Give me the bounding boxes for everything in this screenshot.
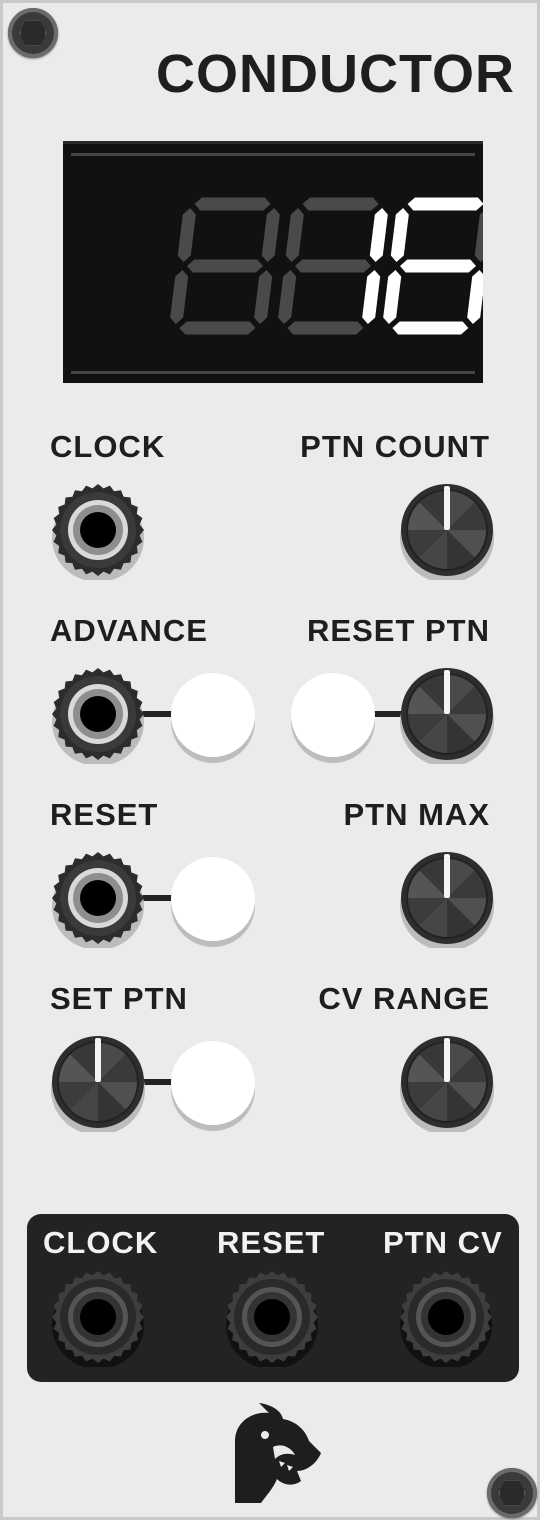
segment bbox=[254, 270, 273, 324]
segment bbox=[186, 259, 263, 273]
set-ptn-label: SET PTN bbox=[50, 981, 188, 1016]
ptn-max-knob[interactable] bbox=[399, 852, 495, 951]
reset-button[interactable] bbox=[171, 857, 255, 941]
clock-output-jack[interactable] bbox=[50, 1271, 146, 1369]
digit-3 bbox=[383, 197, 483, 335]
segment bbox=[285, 208, 304, 262]
module-panel: CONDUCTOR 16 CLOCK PTN COUNT ADVANCE RES… bbox=[0, 0, 540, 1520]
segment bbox=[369, 208, 388, 262]
module-title: CONDUCTOR bbox=[156, 44, 515, 104]
segment bbox=[362, 270, 381, 324]
segment bbox=[302, 197, 379, 211]
pattern-display: 16 bbox=[63, 141, 483, 383]
reset-input-jack[interactable] bbox=[50, 852, 146, 950]
cv-range-label: CV RANGE bbox=[318, 981, 490, 1016]
segment bbox=[294, 259, 371, 273]
reset-ptn-knob[interactable] bbox=[399, 668, 495, 767]
ptn-max-label: PTN MAX bbox=[343, 797, 490, 832]
set-ptn-button[interactable] bbox=[171, 1041, 255, 1125]
reset-input-label: RESET bbox=[50, 797, 159, 832]
digit-1 bbox=[170, 197, 280, 335]
segment bbox=[194, 197, 271, 211]
ptn-cv-output-jack[interactable] bbox=[398, 1271, 494, 1369]
outputs-section: CLOCK RESET PTN CV bbox=[27, 1214, 519, 1382]
advance-button[interactable] bbox=[171, 673, 255, 757]
digit-2 bbox=[278, 197, 388, 335]
set-ptn-knob[interactable] bbox=[50, 1036, 146, 1135]
segment bbox=[170, 270, 189, 324]
ptn-cv-output-label: PTN CV bbox=[383, 1225, 503, 1260]
cv-range-knob[interactable] bbox=[399, 1036, 495, 1135]
segment bbox=[177, 208, 196, 262]
segment bbox=[390, 208, 409, 262]
segment bbox=[407, 197, 483, 211]
segment bbox=[287, 321, 364, 335]
segment bbox=[261, 208, 280, 262]
ptn-count-knob[interactable] bbox=[399, 484, 495, 583]
screw-icon bbox=[487, 1468, 537, 1518]
reset-output-label: RESET bbox=[217, 1225, 326, 1260]
segment bbox=[383, 270, 402, 324]
screw-icon bbox=[8, 8, 58, 58]
seven-segment-digits bbox=[170, 197, 483, 335]
clock-input-jack[interactable] bbox=[50, 484, 146, 582]
reset-ptn-button[interactable] bbox=[291, 673, 375, 757]
segment bbox=[399, 259, 476, 273]
segment bbox=[467, 270, 483, 324]
segment bbox=[278, 270, 297, 324]
reset-ptn-label: RESET PTN bbox=[307, 613, 490, 648]
clock-input-label: CLOCK bbox=[50, 429, 166, 464]
advance-label: ADVANCE bbox=[50, 613, 208, 648]
clock-output-label: CLOCK bbox=[43, 1225, 159, 1260]
dragon-logo-icon bbox=[221, 1401, 325, 1505]
advance-input-jack[interactable] bbox=[50, 668, 146, 766]
segment bbox=[179, 321, 256, 335]
reset-output-jack[interactable] bbox=[224, 1271, 320, 1369]
segment bbox=[474, 208, 483, 262]
segment bbox=[392, 321, 469, 335]
ptn-count-label: PTN COUNT bbox=[300, 429, 490, 464]
